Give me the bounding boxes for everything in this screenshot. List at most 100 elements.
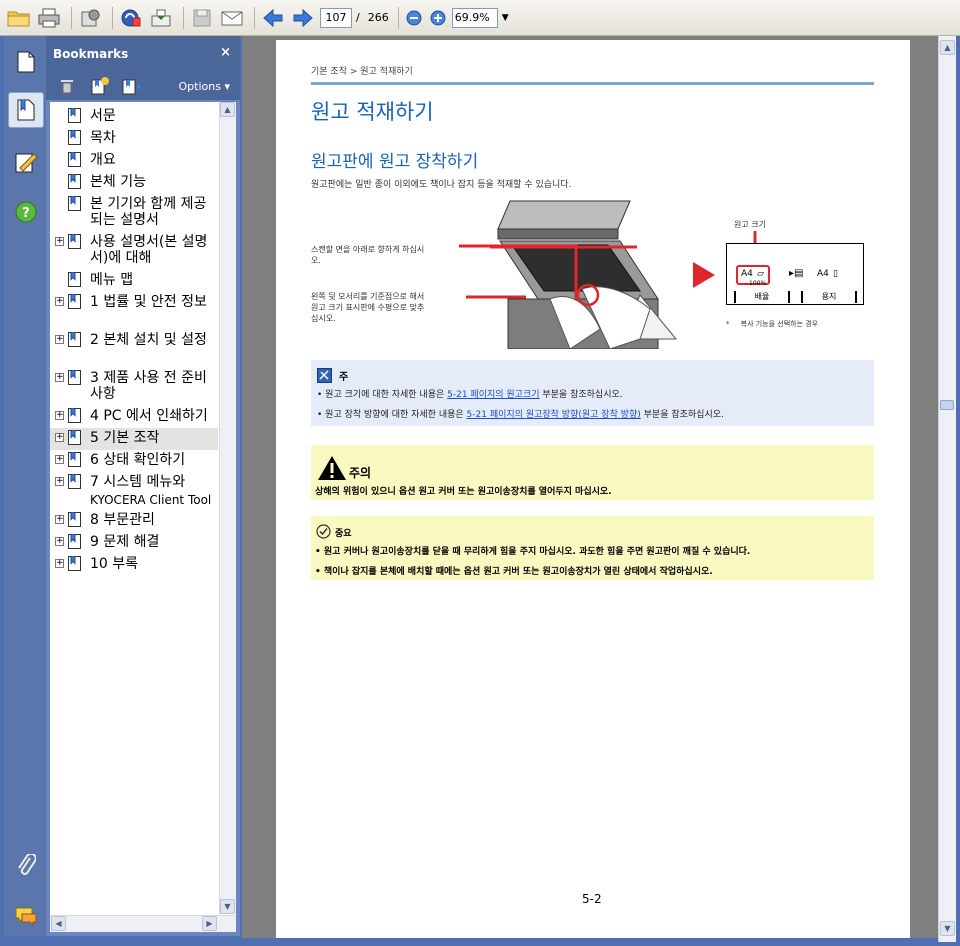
bookmark-icon xyxy=(68,452,81,467)
pages-icon[interactable] xyxy=(8,44,44,80)
bookmarks-horizontal-scrollbar[interactable]: ◀ ▶ xyxy=(50,915,236,932)
zoom-dropdown-arrow-icon[interactable]: ▼ xyxy=(502,13,509,23)
bookmark-item[interactable]: +1 법률 및 안전 정보 xyxy=(50,292,218,328)
orientation-link[interactable]: 5-21 페이지의 원고장착 방향(원고 장착 방향) xyxy=(467,410,641,420)
bookmark-icon xyxy=(68,108,81,123)
expand-toggle-icon[interactable]: + xyxy=(55,537,64,546)
bookmark-item[interactable]: 본체 기능 xyxy=(50,172,218,194)
note-text: 부분을 참조하십시오. xyxy=(640,410,724,420)
toolbar: / 266 ▼ xyxy=(0,0,960,36)
email-icon[interactable] xyxy=(219,6,245,30)
create-pdf-icon[interactable] xyxy=(118,6,144,30)
page-size-link[interactable]: 5-21 페이지의 원고크기 xyxy=(447,390,539,400)
expand-toggle-icon[interactable]: + xyxy=(55,433,64,442)
bookmark-item[interactable]: +8 부문관리 xyxy=(50,510,218,532)
new-bookmark-icon[interactable] xyxy=(89,76,109,96)
document-viewport: 기본 조작 > 원고 적재하기 원고 적재하기 원고판에 원고 장착하기 원고판… xyxy=(242,36,938,938)
scroll-up-arrow-icon[interactable]: ▲ xyxy=(220,102,235,117)
expand-toggle-icon[interactable]: + xyxy=(55,411,64,420)
bookmark-item[interactable]: +7 시스템 메뉴와 KYOCERA Client Tool xyxy=(50,472,218,508)
note-box: 주 • 원고 크기에 대한 자세한 내용은 5-21 페이지의 원고크기 부분을… xyxy=(311,360,874,426)
expand-toggle-icon[interactable]: + xyxy=(55,515,64,524)
expand-toggle-icon[interactable]: + xyxy=(55,477,64,486)
expand-toggle-icon[interactable]: + xyxy=(55,237,64,246)
zoom-in-icon[interactable] xyxy=(428,6,448,30)
signatures-icon[interactable] xyxy=(8,144,44,180)
landscape-icon: ▱ xyxy=(757,269,764,279)
comments-icon[interactable] xyxy=(8,898,44,934)
expand-toggle-icon[interactable]: + xyxy=(55,559,64,568)
attachments-icon[interactable] xyxy=(8,848,44,884)
bookmark-icon xyxy=(68,370,81,385)
print-icon[interactable] xyxy=(36,6,62,30)
upload-icon[interactable] xyxy=(148,6,174,30)
bookmark-icon xyxy=(68,174,81,189)
options-menu[interactable]: Options ▾ xyxy=(179,80,230,93)
bookmark-label: 6 상태 확인하기 xyxy=(90,452,186,468)
bookmark-item[interactable]: +2 본체 설치 및 설정 xyxy=(50,330,218,366)
scroll-up-arrow-icon[interactable]: ▲ xyxy=(940,40,955,55)
zoom-level-input[interactable] xyxy=(451,7,498,28)
breadcrumb: 기본 조작 > 원고 적재하기 xyxy=(311,67,413,77)
note-icon xyxy=(317,368,332,383)
caution-text: 상해의 위험이 있으니 옵션 원고 커버 또는 원고이송장치를 열어두지 마십시… xyxy=(315,487,612,497)
page-title: 원고 적재하기 xyxy=(311,100,434,124)
bookmark-item[interactable]: +3 제품 사용 전 준비사항 xyxy=(50,368,218,404)
bookmark-item[interactable]: 개요 xyxy=(50,150,218,172)
toolbar-separator xyxy=(183,6,184,29)
scroll-left-arrow-icon[interactable]: ◀ xyxy=(51,916,66,931)
bookmark-item[interactable]: +4 PC 에서 인쇄하기 xyxy=(50,406,218,428)
bookmark-item[interactable]: +5 기본 조작 xyxy=(50,428,218,450)
callout-leaders xyxy=(459,244,578,298)
document-vertical-scrollbar[interactable]: ▲ ▼ xyxy=(938,36,956,942)
expand-toggle-icon[interactable]: + xyxy=(55,335,64,344)
save-icon[interactable] xyxy=(189,6,215,30)
page-number-input[interactable] xyxy=(320,7,352,28)
zoom-out-icon[interactable] xyxy=(404,6,424,30)
bookmark-item[interactable]: + 사용 설명서(본 설명서)에 대해 xyxy=(50,232,218,268)
document-scroll-thumb[interactable] xyxy=(940,400,954,410)
next-page-icon[interactable] xyxy=(290,6,316,30)
scroll-down-arrow-icon[interactable]: ▼ xyxy=(940,921,955,936)
help-icon[interactable]: ? xyxy=(8,194,44,230)
bookmark-icon xyxy=(68,512,81,527)
page-separator: / xyxy=(356,11,360,24)
note-item: • 원고 장착 방향에 대한 자세한 내용은 5-21 페이지의 원고장착 방향… xyxy=(317,407,724,420)
bookmark-icon xyxy=(68,152,81,167)
open-folder-icon[interactable] xyxy=(6,6,32,30)
expand-bookmark-icon[interactable] xyxy=(121,76,141,96)
bookmark-item[interactable]: 메뉴 맵 xyxy=(50,270,218,292)
delete-icon[interactable] xyxy=(57,76,77,96)
scroll-down-arrow-icon[interactable]: ▼ xyxy=(220,899,235,914)
important-item: • 책이나 잡지를 본체에 배치할 때에는 옵션 원고 커버 또는 원고이송장치… xyxy=(315,567,713,577)
prev-page-icon[interactable] xyxy=(260,6,286,30)
bookmark-item[interactable]: 서문 xyxy=(50,106,218,128)
bookmark-item[interactable]: +9 문제 해결 xyxy=(50,532,218,554)
bookmark-icon xyxy=(68,130,81,145)
bookmark-item[interactable]: 본 기기와 함께 제공되는 설명서 xyxy=(50,194,218,230)
footnote-text: 복사 기능을 선택하는 경우 xyxy=(740,320,819,328)
bookmark-label: 사용 설명서(본 설명서)에 대해 xyxy=(90,234,208,266)
expand-toggle-icon[interactable]: + xyxy=(55,373,64,382)
toolbar-separator xyxy=(397,6,399,29)
bookmark-label: 4 PC 에서 인쇄하기 xyxy=(90,408,208,424)
bookmark-item[interactable]: +10 부록 xyxy=(50,554,218,576)
bookmarks-vertical-scrollbar[interactable]: ▲ ▼ xyxy=(219,102,236,914)
bookmark-item[interactable]: 목차 xyxy=(50,128,218,150)
close-panel-button[interactable]: × xyxy=(220,45,231,60)
bookmarks-icon[interactable] xyxy=(8,92,44,128)
callout-line: 원고 크기 표시판에 수평으로 맞추 xyxy=(311,303,425,312)
settings-icon[interactable] xyxy=(77,6,103,30)
section-title: 원고판에 원고 장착하기 xyxy=(311,152,479,172)
bookmark-item[interactable]: +6 상태 확인하기 xyxy=(50,450,218,472)
expand-toggle-icon[interactable]: + xyxy=(55,455,64,464)
page-number: 5-2 xyxy=(582,892,602,906)
right-arrow-icon xyxy=(693,262,715,288)
bookmark-icon xyxy=(68,272,81,287)
callout-leader xyxy=(466,295,526,299)
expand-toggle-icon[interactable]: + xyxy=(55,297,64,306)
scroll-right-arrow-icon[interactable]: ▶ xyxy=(202,916,217,931)
pdf-page: 기본 조작 > 원고 적재하기 원고 적재하기 원고판에 원고 장착하기 원고판… xyxy=(276,40,910,938)
bookmark-label: 본체 기능 xyxy=(90,174,146,190)
note-text: • 원고 장착 방향에 대한 자세한 내용은 xyxy=(317,410,467,420)
